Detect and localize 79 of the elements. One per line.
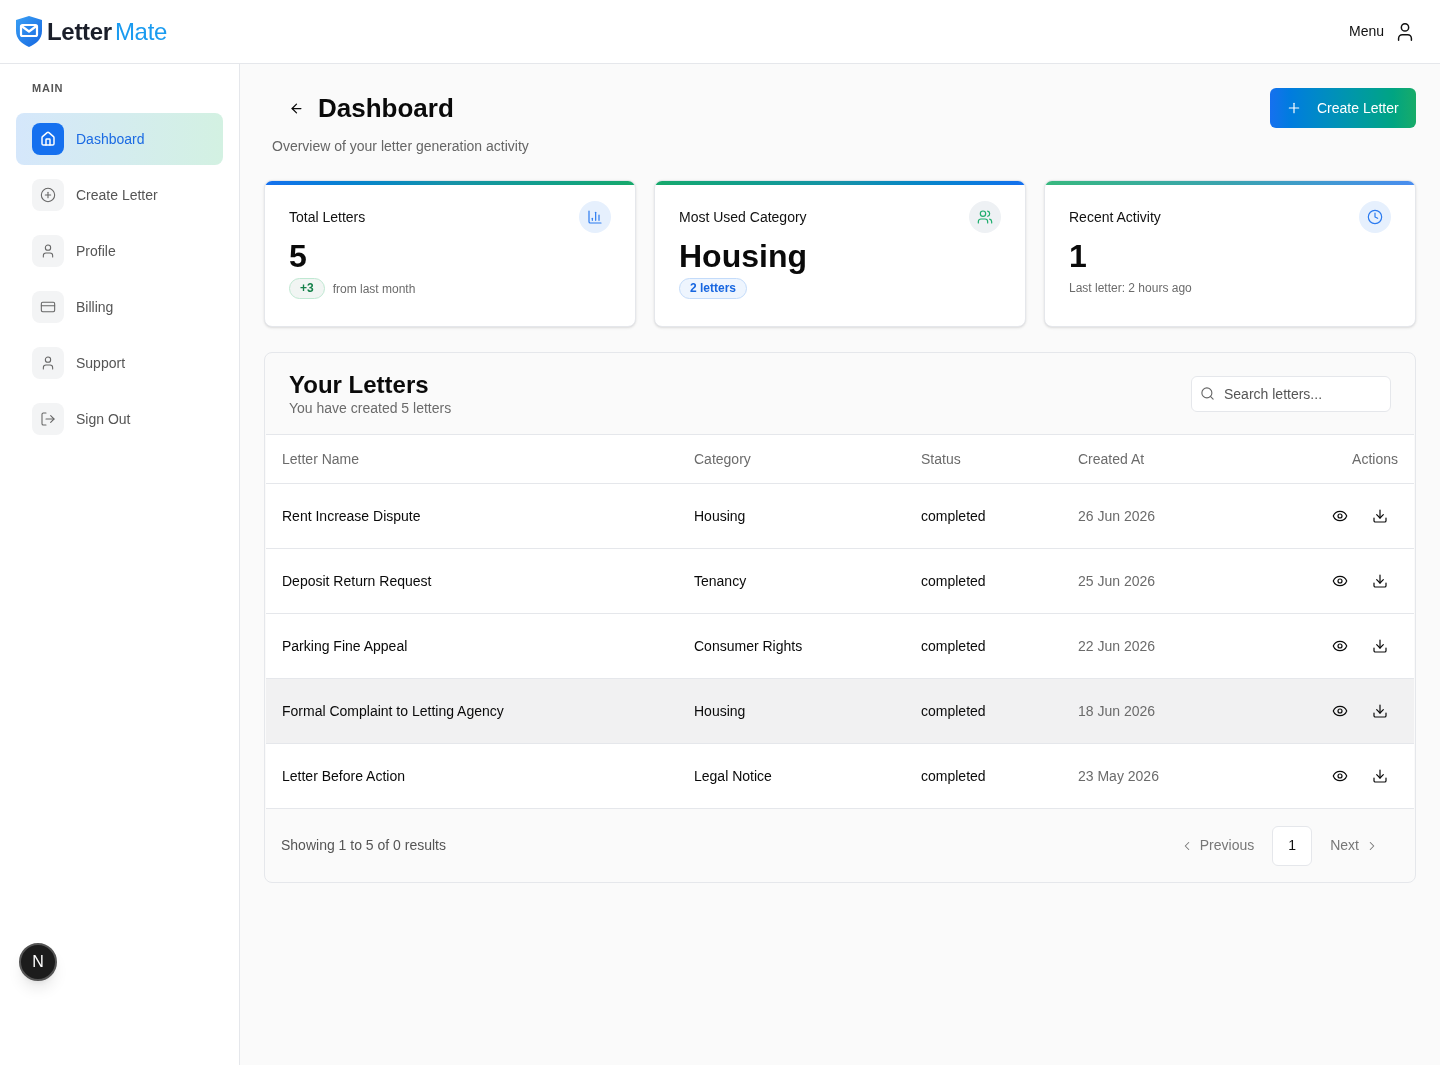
table-cell-text: completed <box>921 636 986 656</box>
search-icon <box>1200 385 1215 401</box>
home-icon <box>32 123 64 155</box>
section-subtitle: You have created 5 letters <box>289 398 452 417</box>
table-cell-text: 23 May 2026 <box>1078 766 1159 786</box>
results-summary: Showing 1 to 5 of 0 results <box>281 836 446 855</box>
logo-text: Mate <box>114 16 168 47</box>
section-title: Your Letters <box>289 370 429 399</box>
stat-badge: 2 letters <box>679 278 748 299</box>
sidebar-item[interactable]: Support <box>16 337 223 389</box>
page-subtitle: Overview of your letter generation activity <box>271 137 529 156</box>
column-header: Created At <box>1078 449 1145 469</box>
search-field[interactable]: Search letters... <box>1191 375 1391 412</box>
stat-value: 1 <box>1069 237 1087 275</box>
user-icon <box>32 347 64 379</box>
table-cell-text: completed <box>921 701 986 721</box>
bar-chart-icon <box>579 201 611 233</box>
next-button[interactable]: Next <box>1322 825 1387 866</box>
app-logo[interactable]: Letter Mate <box>16 13 168 50</box>
section-label: MAIN <box>31 81 64 95</box>
download-icon <box>1372 768 1388 784</box>
table-cell-text: completed <box>921 766 986 786</box>
menu-button[interactable]: Menu <box>1348 20 1416 43</box>
table-cell-text: completed <box>921 506 986 526</box>
sidebar-item[interactable]: Profile <box>16 225 223 277</box>
column-header: Letter Name <box>282 449 360 469</box>
table-cell-text: 26 Jun 2026 <box>1078 506 1156 526</box>
stat-badge: +3 <box>289 278 325 299</box>
table-cell-text: Consumer Rights <box>694 636 803 656</box>
table-cell-text: Legal Notice <box>694 766 772 786</box>
table-cell-text: Rent Increase Dispute <box>282 506 421 526</box>
table-cell-text: completed <box>921 571 986 591</box>
users-icon <box>969 201 1001 233</box>
stat-value: Housing <box>679 237 807 275</box>
column-header: Actions <box>1352 449 1398 469</box>
plus-icon <box>1286 100 1302 116</box>
table-cell-text: 22 Jun 2026 <box>1078 636 1156 656</box>
stat-label: Total Letters <box>289 207 366 227</box>
sidebar-item[interactable]: Create Letter <box>16 169 223 221</box>
eye-icon <box>1332 638 1348 654</box>
sidebar-item[interactable]: Sign Out <box>16 393 223 445</box>
column-header: Category <box>694 449 751 469</box>
eye-icon <box>1332 768 1348 784</box>
stat-label: Most Used Category <box>679 207 807 227</box>
table-cell-text: Housing <box>694 701 746 721</box>
table-row[interactable]: Formal Complaint to Letting Agency Housing completed 18 Jun 2026 <box>266 678 1414 743</box>
clock-icon <box>1359 201 1391 233</box>
sidebar-item[interactable]: Billing <box>16 281 223 333</box>
shield-envelope-logo-icon <box>16 16 42 47</box>
table-cell-text: 18 Jun 2026 <box>1078 701 1156 721</box>
download-icon <box>1372 638 1388 654</box>
table-cell-text: Parking Fine Appeal <box>282 636 408 656</box>
download-icon <box>1372 573 1388 589</box>
download-icon <box>1372 703 1388 719</box>
stat-note: Last letter: 2 hours ago <box>1069 280 1192 297</box>
card-icon <box>32 291 64 323</box>
eye-icon <box>1332 703 1348 719</box>
table-cell-text: Letter Before Action <box>282 766 405 786</box>
create-letter-button[interactable]: Create Letter <box>1270 88 1416 128</box>
table-cell-text: Formal Complaint to Letting Agency <box>282 701 504 721</box>
stat-value: 5 <box>289 237 307 275</box>
back-button[interactable] <box>288 100 304 116</box>
table-cell-text: Housing <box>694 506 746 526</box>
user-icon <box>32 235 64 267</box>
stat-label: Recent Activity <box>1069 207 1161 227</box>
eye-icon <box>1332 508 1348 524</box>
table-cell-text: Tenancy <box>694 571 747 591</box>
sidebar-item[interactable]: Dashboard <box>16 113 223 165</box>
column-header: Status <box>921 449 961 469</box>
logo-text: Letter <box>47 16 112 47</box>
page-button[interactable]: 1 <box>1272 825 1313 866</box>
download-icon <box>1372 508 1388 524</box>
previous-button[interactable]: Previous <box>1171 825 1263 866</box>
eye-icon <box>1332 573 1348 589</box>
table-cell-text: 25 Jun 2026 <box>1078 571 1156 591</box>
table-cell-text: Deposit Return Request <box>282 571 432 591</box>
stat-note: from last month <box>332 280 416 298</box>
sign-out-icon <box>32 403 64 435</box>
page-title: Dashboard <box>318 92 454 125</box>
